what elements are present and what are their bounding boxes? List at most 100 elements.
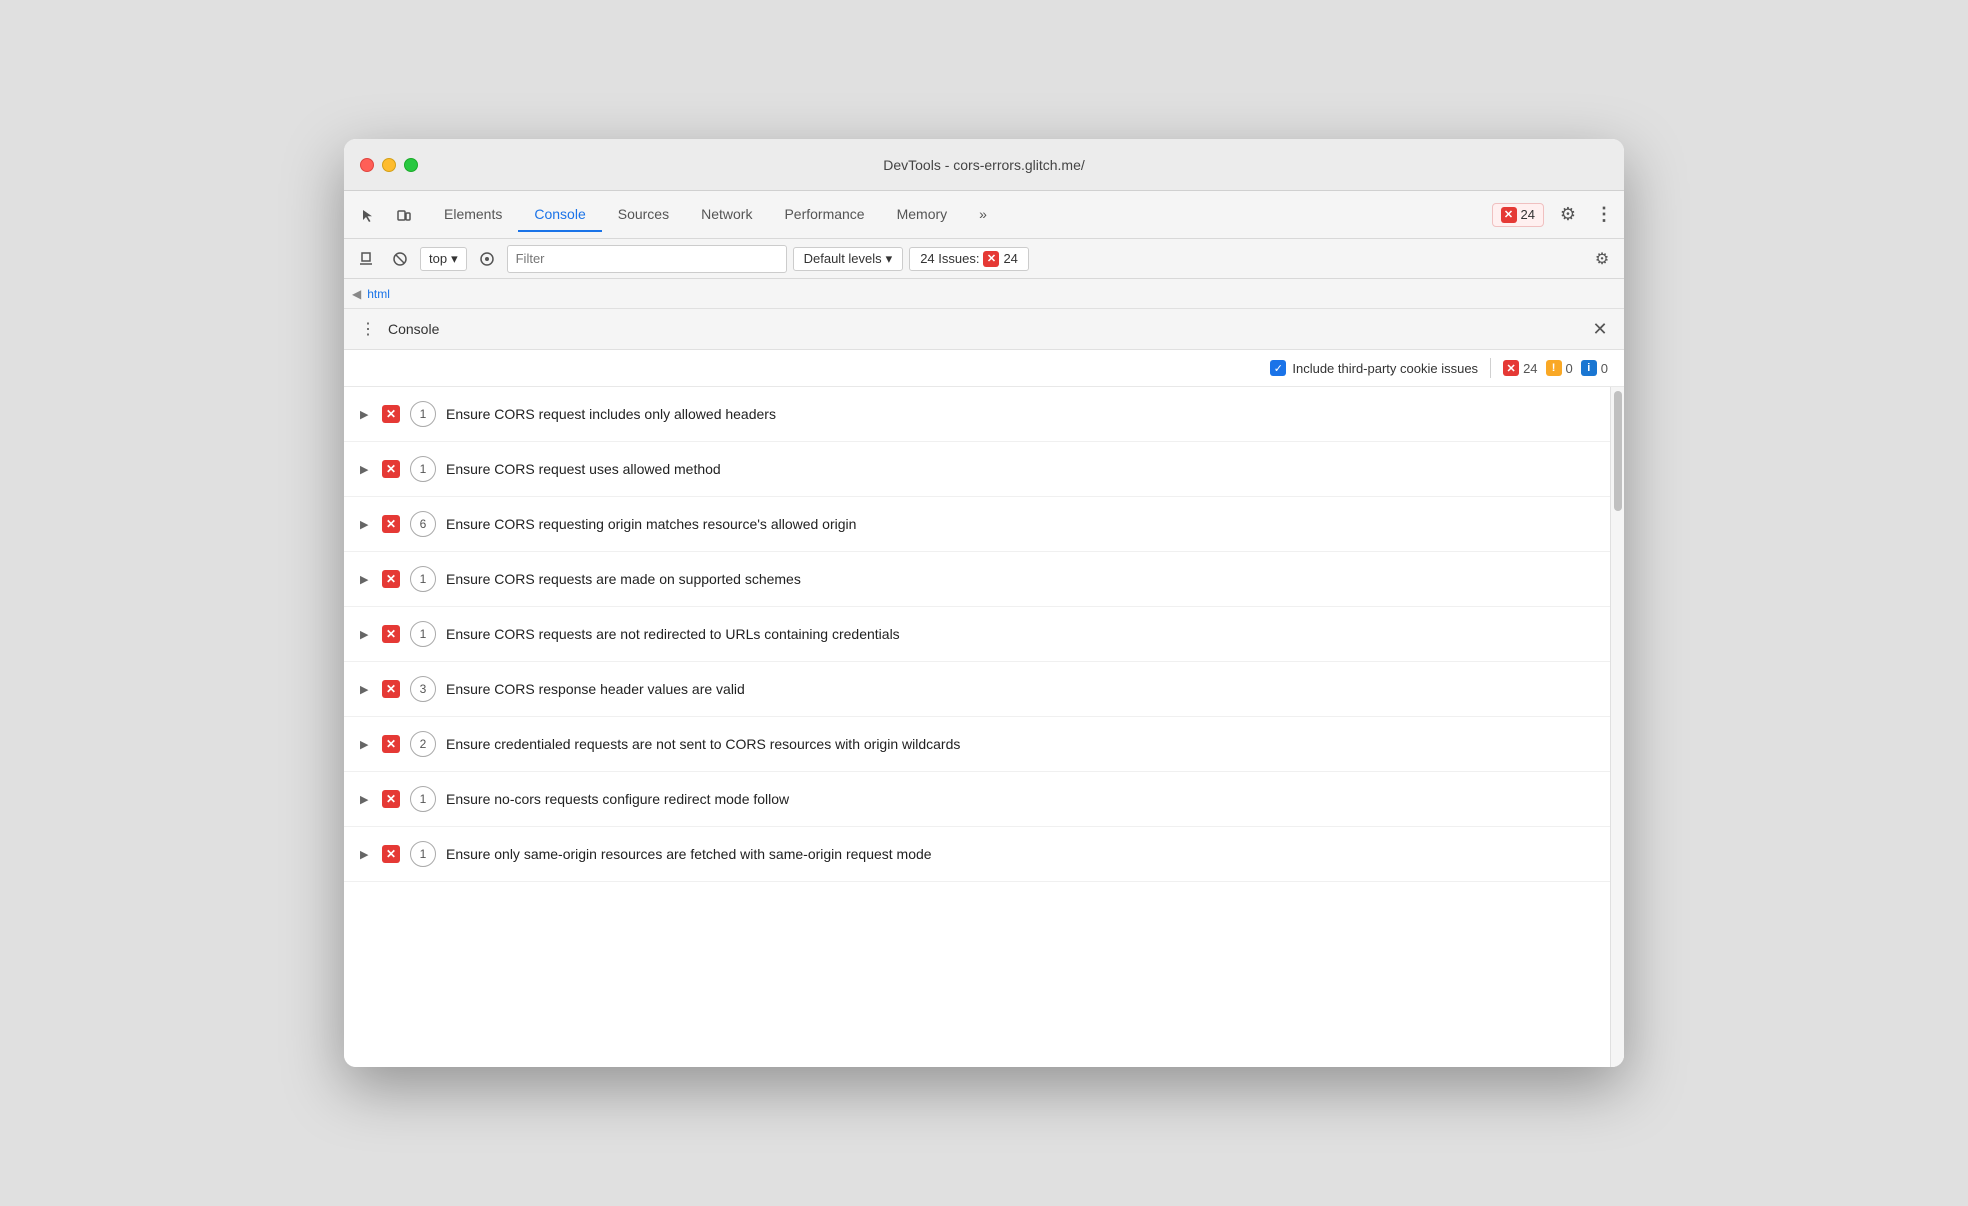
issue-text: Ensure CORS requesting origin matches re… (446, 516, 1594, 532)
maximize-button[interactable] (404, 158, 418, 172)
issues-list-container: ▶ ✕ 1 Ensure CORS request includes only … (344, 387, 1624, 1067)
toolbar-right: ✕ 24 ⚙ ⋮ (1492, 199, 1616, 231)
warning-count-item: ! 0 (1546, 360, 1573, 376)
breadcrumb-arrow: ◀ (352, 287, 361, 301)
issue-count-badge: 1 (410, 841, 436, 867)
issue-error-icon: ✕ (382, 790, 400, 808)
issue-expand-icon: ▶ (360, 408, 372, 421)
console-toolbar: top ▾ Default levels ▾ 24 Issues: ✕ 24 ⚙ (344, 239, 1624, 279)
issue-expand-icon: ▶ (360, 573, 372, 586)
issue-error-icon: ✕ (382, 625, 400, 643)
count-info-icon: i (1581, 360, 1597, 376)
issue-text: Ensure CORS response header values are v… (446, 681, 1594, 697)
issue-text: Ensure CORS request includes only allowe… (446, 406, 1594, 422)
tab-memory[interactable]: Memory (881, 198, 964, 232)
tab-more[interactable]: » (963, 198, 1003, 232)
issue-error-icon: ✕ (382, 735, 400, 753)
issue-count-badge: 3 (410, 676, 436, 702)
more-options-button[interactable]: ⋮ (1592, 199, 1616, 231)
context-selector[interactable]: top ▾ (420, 247, 467, 271)
issue-expand-icon: ▶ (360, 683, 372, 696)
cookie-issues-checkbox[interactable]: ✓ (1270, 360, 1286, 376)
main-toolbar: Elements Console Sources Network Perform… (344, 191, 1624, 239)
error-icon: ✕ (1501, 207, 1517, 223)
issues-panel-close-button[interactable]: ✕ (1588, 317, 1612, 341)
issue-row[interactable]: ▶ ✕ 1 Ensure only same-origin resources … (344, 827, 1610, 882)
cookie-issues-checkbox-label[interactable]: ✓ Include third-party cookie issues (1270, 360, 1478, 376)
error-badge[interactable]: ✕ 24 (1492, 203, 1544, 227)
issue-row[interactable]: ▶ ✕ 1 Ensure CORS requests are not redir… (344, 607, 1610, 662)
breadcrumb-bar: ◀ html (344, 279, 1624, 309)
breadcrumb-html-link[interactable]: html (367, 287, 390, 301)
issue-text: Ensure credentialed requests are not sen… (446, 736, 1594, 752)
scrollbar[interactable] (1610, 387, 1624, 1067)
issue-expand-icon: ▶ (360, 628, 372, 641)
titlebar: DevTools - cors-errors.glitch.me/ (344, 139, 1624, 191)
error-count: 24 (1521, 207, 1535, 222)
settings-button[interactable]: ⚙ (1552, 199, 1584, 231)
panel-info-count: 0 (1601, 361, 1608, 376)
tab-sources[interactable]: Sources (602, 198, 685, 232)
console-settings-button[interactable]: ⚙ (1588, 245, 1616, 273)
issue-count-badge: 1 (410, 786, 436, 812)
window-title: DevTools - cors-errors.glitch.me/ (883, 157, 1085, 173)
error-count-item: ✕ 24 (1503, 360, 1537, 376)
issue-row[interactable]: ▶ ✕ 3 Ensure CORS response header values… (344, 662, 1610, 717)
device-toolbar-button[interactable] (388, 199, 420, 231)
live-expression-button[interactable] (473, 245, 501, 273)
panel-warning-count: 0 (1566, 361, 1573, 376)
context-dropdown-icon: ▾ (451, 251, 458, 267)
issues-panel-more-button[interactable]: ⋮ (356, 317, 380, 341)
issue-row[interactable]: ▶ ✕ 1 Ensure CORS request includes only … (344, 387, 1610, 442)
tab-list: Elements Console Sources Network Perform… (428, 198, 1003, 232)
cookie-issues-label: Include third-party cookie issues (1292, 361, 1478, 376)
count-group: ✕ 24 ! 0 i 0 (1503, 360, 1608, 376)
issues-filter-bar: ✓ Include third-party cookie issues ✕ 24… (344, 350, 1624, 387)
tab-console[interactable]: Console (518, 198, 601, 232)
traffic-lights (344, 158, 418, 172)
issue-expand-icon: ▶ (360, 793, 372, 806)
issues-panel-header: ⋮ Console ✕ (344, 309, 1624, 350)
issues-count: 24 (1003, 251, 1017, 266)
issue-count-badge: 1 (410, 566, 436, 592)
issue-count-badge: 2 (410, 731, 436, 757)
panel-error-count: 24 (1523, 361, 1537, 376)
issue-expand-icon: ▶ (360, 518, 372, 531)
issues-label: 24 Issues: (920, 251, 979, 266)
count-error-icon: ✕ (1503, 360, 1519, 376)
stop-recording-button[interactable] (386, 245, 414, 273)
issue-error-icon: ✕ (382, 845, 400, 863)
issues-badge[interactable]: 24 Issues: ✕ 24 (909, 247, 1029, 271)
tab-elements[interactable]: Elements (428, 198, 518, 232)
devtools-window: DevTools - cors-errors.glitch.me/ Elemen… (344, 139, 1624, 1067)
issue-text: Ensure only same-origin resources are fe… (446, 846, 1594, 862)
issue-row[interactable]: ▶ ✕ 1 Ensure CORS request uses allowed m… (344, 442, 1610, 497)
separator (1490, 358, 1491, 378)
issue-row[interactable]: ▶ ✕ 6 Ensure CORS requesting origin matc… (344, 497, 1610, 552)
issues-list: ▶ ✕ 1 Ensure CORS request includes only … (344, 387, 1624, 1067)
clear-console-button[interactable] (352, 245, 380, 273)
issue-error-icon: ✕ (382, 405, 400, 423)
tab-performance[interactable]: Performance (768, 198, 880, 232)
issue-count-badge: 1 (410, 401, 436, 427)
issue-text: Ensure CORS requests are not redirected … (446, 626, 1594, 642)
issue-expand-icon: ▶ (360, 848, 372, 861)
issue-text: Ensure no-cors requests configure redire… (446, 791, 1594, 807)
levels-label: Default levels (804, 251, 882, 266)
issue-row[interactable]: ▶ ✕ 1 Ensure CORS requests are made on s… (344, 552, 1610, 607)
issue-row[interactable]: ▶ ✕ 2 Ensure credentialed requests are n… (344, 717, 1610, 772)
filter-input[interactable] (507, 245, 787, 273)
issue-text: Ensure CORS requests are made on support… (446, 571, 1594, 587)
scrollbar-thumb[interactable] (1614, 391, 1622, 511)
minimize-button[interactable] (382, 158, 396, 172)
issue-text: Ensure CORS request uses allowed method (446, 461, 1594, 477)
issue-row[interactable]: ▶ ✕ 1 Ensure no-cors requests configure … (344, 772, 1610, 827)
issue-count-badge: 6 (410, 511, 436, 537)
close-button[interactable] (360, 158, 374, 172)
levels-dropdown-icon: ▾ (886, 251, 893, 267)
issue-error-icon: ✕ (382, 460, 400, 478)
issue-expand-icon: ▶ (360, 463, 372, 476)
tab-network[interactable]: Network (685, 198, 768, 232)
select-element-button[interactable] (352, 199, 384, 231)
log-levels-button[interactable]: Default levels ▾ (793, 247, 904, 271)
